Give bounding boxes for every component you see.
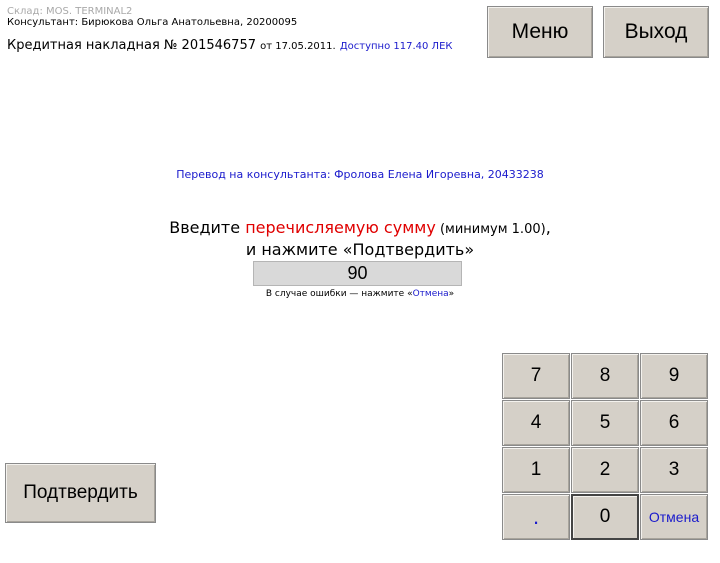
prompt-comma: , xyxy=(545,218,551,237)
warehouse-label: Склад: MOS. TERMINAL2 xyxy=(7,6,133,17)
key-5[interactable]: 5 xyxy=(571,400,639,446)
key-cancel[interactable]: Отмена xyxy=(640,494,708,540)
confirm-button[interactable]: Подтвердить xyxy=(5,463,156,523)
error-hint: В случае ошибки — нажмите «Отмена» xyxy=(0,289,720,299)
exit-button[interactable]: Выход xyxy=(603,6,709,58)
available-balance: Доступно 117.40 ЛЕК xyxy=(339,41,453,52)
invoice-title: Кредитная накладная № 201546757 xyxy=(7,38,256,53)
key-8[interactable]: 8 xyxy=(571,353,639,399)
error-hint-close: » xyxy=(448,289,455,299)
amount-input[interactable]: 90 xyxy=(253,261,462,286)
consultant-label: Консультант: Бирюкова Ольга Анатольевна,… xyxy=(7,17,298,28)
error-hint-text: В случае ошибки — нажмите « xyxy=(265,289,413,299)
prompt-text: Введите xyxy=(169,218,246,237)
key-4[interactable]: 4 xyxy=(502,400,570,446)
key-decimal-point[interactable]: . xyxy=(502,494,570,540)
prompt-line-2: и нажмите «Подтвердить» xyxy=(245,240,475,259)
prompt-line-1: Введите перечисляемую сумму (минимум 1.0… xyxy=(0,218,720,237)
key-2[interactable]: 2 xyxy=(571,447,639,493)
key-0[interactable]: 0 xyxy=(571,494,639,540)
invoice-line: Кредитная накладная № 201546757 от 17.05… xyxy=(7,38,453,53)
key-3[interactable]: 3 xyxy=(640,447,708,493)
prompt-highlight: перечисляемую сумму xyxy=(245,218,436,237)
error-hint-cancel-link[interactable]: Отмена xyxy=(413,289,449,299)
invoice-date: от 17.05.2011. xyxy=(260,41,336,52)
key-1[interactable]: 1 xyxy=(502,447,570,493)
key-7[interactable]: 7 xyxy=(502,353,570,399)
key-9[interactable]: 9 xyxy=(640,353,708,399)
transfer-target: Перевод на консультанта: Фролова Елена И… xyxy=(176,168,544,181)
menu-button[interactable]: Меню xyxy=(487,6,593,58)
key-6[interactable]: 6 xyxy=(640,400,708,446)
prompt-minimum: (минимум 1.00) xyxy=(435,222,546,237)
